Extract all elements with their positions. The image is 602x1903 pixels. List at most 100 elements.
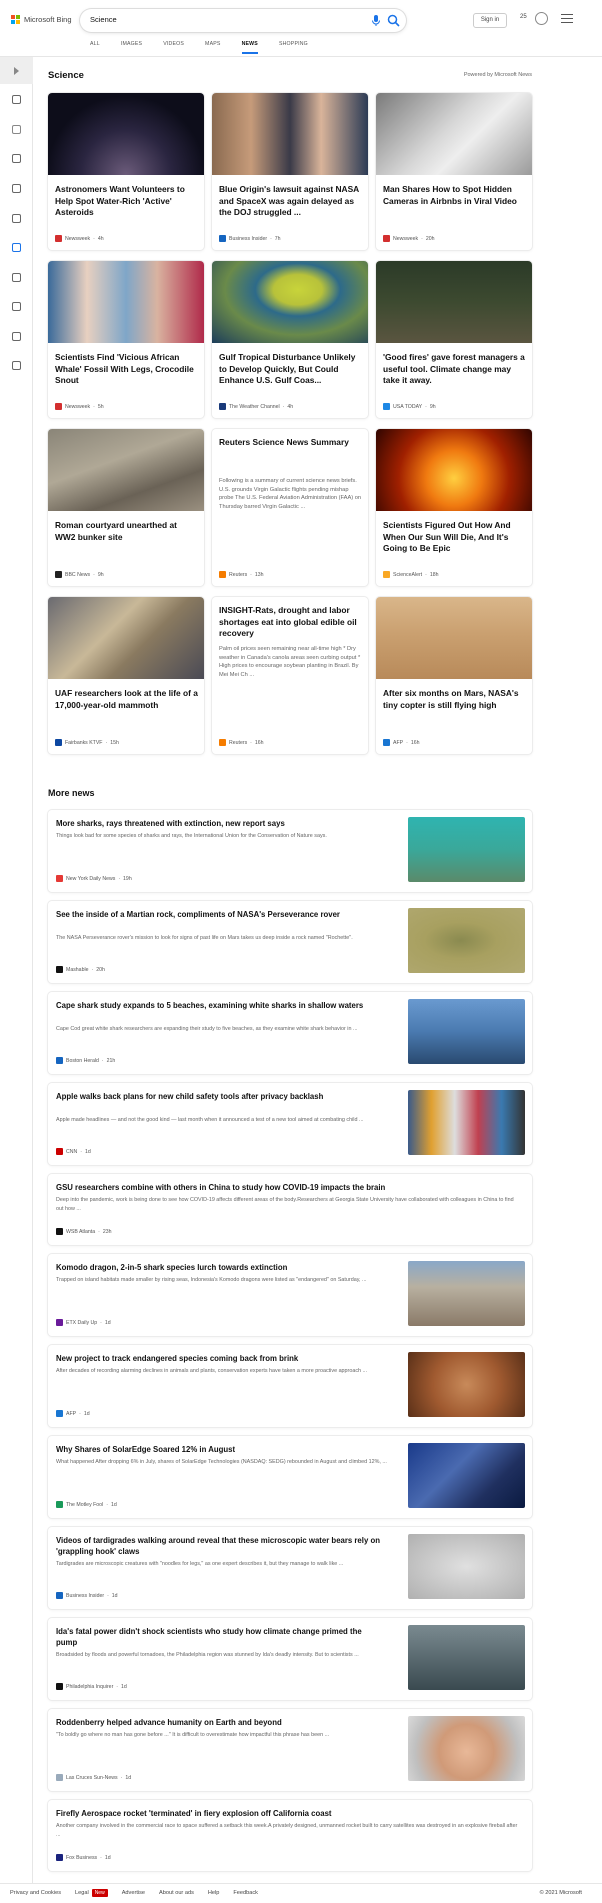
news-row[interactable]: Apple walks back plans for new child saf…	[48, 1083, 532, 1165]
news-card[interactable]: Blue Origin's lawsuit against NASA and S…	[212, 93, 368, 250]
news-card-title[interactable]: Gulf Tropical Disturbance Unlikely to De…	[219, 352, 362, 387]
news-row[interactable]: Why Shares of SolarEdge Soared 12% in Au…	[48, 1436, 532, 1518]
news-row-title[interactable]: Firefly Aerospace rocket 'terminated' in…	[56, 1808, 516, 1819]
news-row-title[interactable]: See the inside of a Martian rock, compli…	[56, 909, 382, 920]
news-row-source[interactable]: New York Daily News · 19h	[56, 875, 132, 882]
sign-in-button[interactable]: Sign in	[473, 13, 507, 28]
news-card-title[interactable]: Blue Origin's lawsuit against NASA and S…	[219, 184, 362, 219]
news-row-title[interactable]: Roddenberry helped advance humanity on E…	[56, 1717, 382, 1728]
search-box[interactable]: Science	[80, 9, 406, 32]
card-icon[interactable]	[12, 361, 21, 370]
news-row-source[interactable]: ETX Daily Up · 1d	[56, 1319, 111, 1326]
news-card-image[interactable]	[212, 93, 368, 175]
rewards-trophy-icon[interactable]	[535, 12, 548, 25]
news-row[interactable]: New project to track endangered species …	[48, 1345, 532, 1427]
news-card-source[interactable]: Reuters · 16h	[219, 739, 264, 746]
news-card-title[interactable]: Reuters Science News Summary	[219, 437, 362, 449]
news-row[interactable]: Cape shark study expands to 5 beaches, e…	[48, 992, 532, 1074]
home-icon[interactable]	[12, 95, 21, 104]
media-icon[interactable]	[12, 302, 21, 311]
flag-icon[interactable]	[12, 154, 21, 163]
tab-all[interactable]: ALL	[90, 41, 100, 54]
news-row-title[interactable]: More sharks, rays threatened with extinc…	[56, 818, 382, 829]
news-card-source[interactable]: USA TODAY · 9h	[383, 403, 436, 410]
news-row-thumbnail[interactable]	[408, 1716, 525, 1781]
news-row-source[interactable]: Boston Herald · 21h	[56, 1057, 115, 1064]
news-card-image[interactable]	[212, 261, 368, 343]
news-card-source[interactable]: Business Insider · 7h	[219, 235, 281, 242]
menu-icon[interactable]	[561, 14, 573, 24]
news-card-title[interactable]: After six months on Mars, NASA's tiny co…	[383, 688, 526, 711]
news-card-image[interactable]	[376, 261, 532, 343]
news-row[interactable]: Komodo dragon, 2-in-5 shark species lurc…	[48, 1254, 532, 1336]
news-card[interactable]: After six months on Mars, NASA's tiny co…	[376, 597, 532, 754]
news-card-source[interactable]: Reuters · 13h	[219, 571, 264, 578]
news-row-title[interactable]: GSU researchers combine with others in C…	[56, 1182, 516, 1193]
news-row[interactable]: GSU researchers combine with others in C…	[48, 1174, 532, 1245]
news-row-thumbnail[interactable]	[408, 1352, 525, 1417]
news-card-image[interactable]	[48, 429, 204, 511]
news-card-title[interactable]: Roman courtyard unearthed at WW2 bunker …	[55, 520, 198, 543]
science-icon[interactable]	[12, 243, 21, 252]
footer-link-help[interactable]: Help	[208, 1890, 220, 1896]
news-row[interactable]: Firefly Aerospace rocket 'terminated' in…	[48, 1800, 532, 1871]
news-row-source[interactable]: AFP · 1d	[56, 1410, 90, 1417]
news-card[interactable]: Scientists Figured Out How And When Our …	[376, 429, 532, 586]
search-input[interactable]: Science	[90, 15, 117, 24]
news-row-title[interactable]: Komodo dragon, 2-in-5 shark species lurc…	[56, 1262, 382, 1273]
news-row-thumbnail[interactable]	[408, 999, 525, 1064]
news-card-source[interactable]: Newsweek · 5h	[55, 403, 104, 410]
news-row-title[interactable]: Cape shark study expands to 5 beaches, e…	[56, 1000, 382, 1011]
footer-link-about-our-ads[interactable]: About our ads	[159, 1890, 194, 1896]
news-row[interactable]: See the inside of a Martian rock, compli…	[48, 901, 532, 983]
news-row-source[interactable]: The Motley Fool · 1d	[56, 1501, 117, 1508]
news-card-source[interactable]: ScienceAlert · 18h	[383, 571, 439, 578]
globe-icon[interactable]	[12, 214, 21, 223]
news-card-source[interactable]: Newsweek · 4h	[55, 235, 104, 242]
news-row-title[interactable]: Ida's fatal power didn't shock scientist…	[56, 1626, 382, 1648]
news-card[interactable]: Man Shares How to Spot Hidden Cameras in…	[376, 93, 532, 250]
microphone-icon[interactable]	[370, 14, 382, 27]
news-card-title[interactable]: Scientists Find 'Vicious African Whale' …	[55, 352, 198, 387]
news-card[interactable]: UAF researchers look at the life of a 17…	[48, 597, 204, 754]
news-card-title[interactable]: 'Good fires' gave forest managers a usef…	[383, 352, 526, 387]
bing-logo[interactable]: Microsoft Bing	[11, 15, 72, 24]
news-card[interactable]: Roman courtyard unearthed at WW2 bunker …	[48, 429, 204, 586]
news-card[interactable]: Reuters Science News Summary Following is…	[212, 429, 368, 586]
expand-icon[interactable]	[14, 67, 19, 75]
news-row-title[interactable]: Apple walks back plans for new child saf…	[56, 1091, 382, 1102]
news-card[interactable]: INSIGHT-Rats, drought and labor shortage…	[212, 597, 368, 754]
news-card-title[interactable]: INSIGHT-Rats, drought and labor shortage…	[219, 605, 362, 640]
news-card-image[interactable]	[376, 93, 532, 175]
news-row-thumbnail[interactable]	[408, 1443, 525, 1508]
news-card[interactable]: Scientists Find 'Vicious African Whale' …	[48, 261, 204, 418]
search-icon[interactable]	[387, 14, 400, 27]
news-row-source[interactable]: Mashable · 20h	[56, 966, 105, 973]
news-row-source[interactable]: CNN · 1d	[56, 1148, 91, 1155]
news-row-thumbnail[interactable]	[408, 817, 525, 882]
news-row[interactable]: More sharks, rays threatened with extinc…	[48, 810, 532, 892]
news-row-source[interactable]: Las Cruces Sun-News · 1d	[56, 1774, 131, 1781]
news-card-source[interactable]: Newsweek · 20h	[383, 235, 434, 242]
news-card-source[interactable]: AFP · 16h	[383, 739, 419, 746]
bank-icon[interactable]	[12, 332, 21, 341]
news-card-image[interactable]	[48, 93, 204, 175]
news-row-thumbnail[interactable]	[408, 1534, 525, 1599]
news-row-source[interactable]: WSB Atlanta · 23h	[56, 1228, 112, 1235]
news-row[interactable]: Roddenberry helped advance humanity on E…	[48, 1709, 532, 1791]
news-card[interactable]: Astronomers Want Volunteers to Help Spot…	[48, 93, 204, 250]
news-row-title[interactable]: Videos of tardigrades walking around rev…	[56, 1535, 382, 1557]
news-row-thumbnail[interactable]	[408, 1625, 525, 1690]
news-row-title[interactable]: New project to track endangered species …	[56, 1353, 382, 1364]
news-card-image[interactable]	[376, 597, 532, 679]
news-card-source[interactable]: The Weather Channel · 4h	[219, 403, 293, 410]
news-card-title[interactable]: Man Shares How to Spot Hidden Cameras in…	[383, 184, 526, 207]
footer-link-advertise[interactable]: Advertise	[122, 1890, 145, 1896]
news-row-source[interactable]: Philadelphia Inquirer · 1d	[56, 1683, 127, 1690]
footer-link-privacy-and-cookies[interactable]: Privacy and Cookies	[10, 1890, 61, 1896]
tab-images[interactable]: IMAGES	[121, 41, 142, 54]
tools-icon[interactable]	[12, 125, 21, 134]
news-card-image[interactable]	[48, 597, 204, 679]
tab-shopping[interactable]: SHOPPING	[279, 41, 308, 54]
rocket-icon[interactable]	[12, 273, 21, 282]
